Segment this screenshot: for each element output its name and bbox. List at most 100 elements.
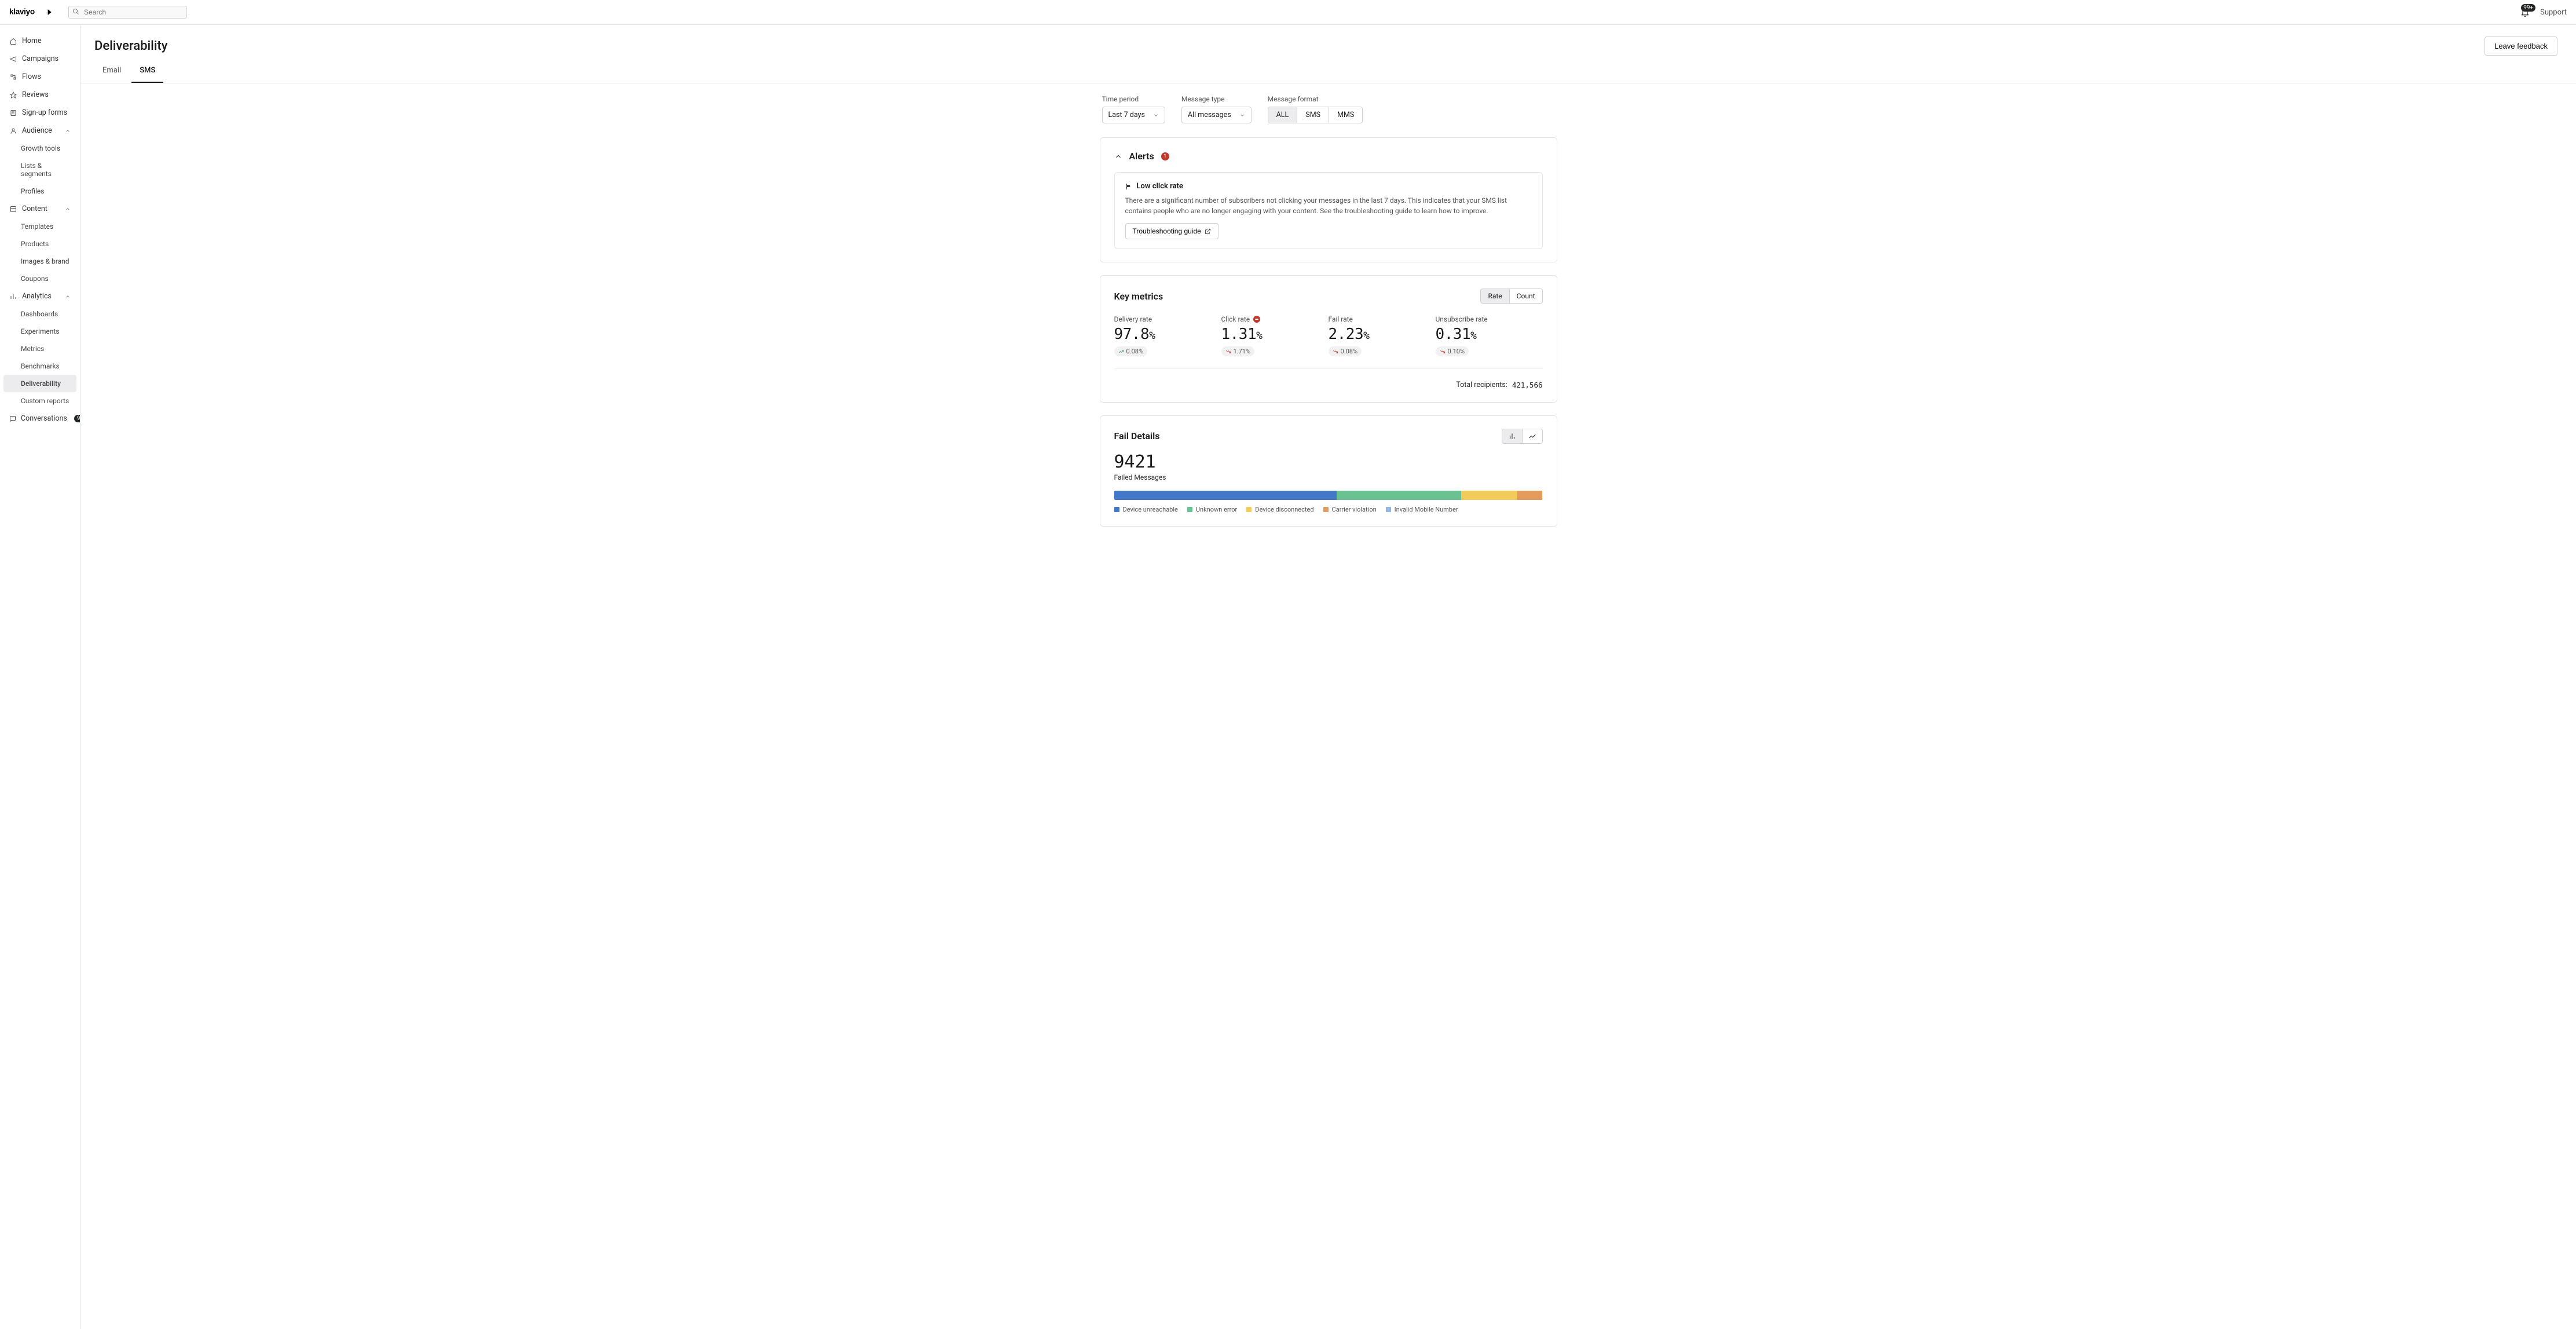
sidebar-item-campaigns[interactable]: Campaigns [3,50,76,68]
megaphone-icon [9,56,17,63]
legend-label: Device unreachable [1123,506,1178,513]
metric-fail-rate: Fail rate 2.23% 0.08% [1329,315,1436,357]
format-all-button[interactable]: ALL [1268,107,1298,123]
chat-icon [9,415,16,422]
sidebar-item-label: Sign-up forms [22,108,67,117]
filters-row: Time period Last 7 days Message type All… [1100,95,1557,123]
delta-badge: 1.71% [1221,346,1255,356]
message-format-filter: Message format ALL SMS MMS [1268,95,1363,123]
search-icon [72,8,79,15]
tab-email[interactable]: Email [94,60,129,83]
rate-count-toggle: Rate Count [1480,289,1542,304]
fail-segment [1337,491,1461,500]
sidebar-item-reviews[interactable]: Reviews [3,86,76,104]
legend-label: Invalid Mobile Number [1395,506,1458,513]
sidebar-item-flows[interactable]: Flows [3,68,76,86]
tab-sms[interactable]: SMS [131,60,163,83]
leave-feedback-button[interactable]: Leave feedback [2484,36,2557,56]
collapse-icon[interactable] [1114,152,1122,160]
star-icon [9,92,17,98]
sidebar-item-dashboards[interactable]: Dashboards [3,305,76,323]
legend-item: Unknown error [1187,506,1237,513]
count-toggle-button[interactable]: Count [1510,289,1542,303]
sidebar-item-benchmarks[interactable]: Benchmarks [3,357,76,375]
legend-swatch [1246,507,1252,512]
topbar: klaviyo 99+ Support [0,0,2576,25]
alert-description: There are a significant number of subscr… [1125,195,1532,216]
alert-item: Low click rate There are a significant n… [1114,172,1543,249]
total-recipients-value: 421,566 [1512,381,1543,389]
legend-item: Invalid Mobile Number [1386,506,1458,513]
legend-swatch [1114,507,1119,512]
rate-toggle-button[interactable]: Rate [1481,289,1509,303]
flag-icon [1125,183,1132,190]
message-format-label: Message format [1268,95,1363,103]
sidebar-item-label: Analytics [22,292,52,301]
metric-click-rate: Click rate 1.31% 1.71% [1221,315,1329,357]
legend-label: Carrier violation [1332,506,1377,513]
sidebar-item-deliverability[interactable]: Deliverability [3,375,76,392]
users-icon [9,127,17,134]
support-link[interactable]: Support [2540,8,2567,17]
sidebar-item-coupons[interactable]: Coupons [3,270,76,287]
legend-swatch [1323,507,1329,512]
notifications-button[interactable]: 99+ [2520,8,2530,17]
time-period-label: Time period [1102,95,1165,103]
total-recipients-label: Total recipients: [1456,381,1507,389]
sidebar-item-analytics[interactable]: Analytics [3,287,76,305]
metric-delivery-rate: Delivery rate 97.8% 0.08% [1114,315,1221,357]
search-input[interactable] [68,6,187,19]
warning-flag-icon [1253,316,1260,323]
sidebar-item-lists[interactable]: Lists & segments [3,157,76,182]
line-chart-toggle[interactable] [1523,429,1542,443]
chevron-down-icon [1153,112,1159,118]
fail-details-heading: Fail Details [1114,430,1160,441]
form-icon [9,109,17,116]
alert-title-caption: Low click rate [1137,182,1183,191]
page-title: Deliverability [94,39,167,53]
sidebar-item-images[interactable]: Images & brand [3,253,76,270]
legend-item: Device disconnected [1246,506,1313,513]
delta-badge: 0.08% [1329,346,1362,356]
legend-item: Device unreachable [1114,506,1178,513]
sidebar-item-templates[interactable]: Templates [3,218,76,235]
logo: klaviyo [9,6,52,19]
legend-label: Unknown error [1196,506,1237,513]
message-type-dropdown[interactable]: All messages [1181,107,1252,123]
sidebar-item-profiles[interactable]: Profiles [3,182,76,200]
chevron-up-icon [65,128,71,134]
legend-label: Device disconnected [1255,506,1313,513]
troubleshooting-guide-button[interactable]: Troubleshooting guide [1125,223,1219,239]
key-metrics-card: Key metrics Rate Count Delivery rate 97.… [1100,275,1557,403]
format-mms-button[interactable]: MMS [1329,107,1362,123]
chevron-down-icon [1239,112,1245,118]
sidebar-item-signup-forms[interactable]: Sign-up forms [3,104,76,122]
sidebar-item-content[interactable]: Content [3,200,76,218]
sidebar-item-growth-tools[interactable]: Growth tools [3,140,76,157]
sidebar-item-experiments[interactable]: Experiments [3,323,76,340]
sidebar-item-home[interactable]: Home [3,32,76,50]
sidebar-item-label: Conversations [21,414,67,423]
alerts-count-badge: 1 [1161,152,1169,160]
sidebar-item-metrics[interactable]: Metrics [3,340,76,357]
sidebar-item-label: Home [22,36,42,45]
chart-type-toggle [1502,429,1543,444]
search-container [68,6,187,19]
legend-item: Carrier violation [1323,506,1377,513]
sidebar-item-custom-reports[interactable]: Custom reports [3,392,76,410]
sidebar-item-conversations[interactable]: Conversations 99+ [3,410,76,428]
message-type-label: Message type [1181,95,1252,103]
sidebar-item-audience[interactable]: Audience [3,122,76,140]
main-content: Deliverability Leave feedback Email SMS … [80,25,2576,1329]
sidebar-item-label: Campaigns [22,54,58,63]
notifications-badge: 99+ [2521,4,2535,12]
svg-text:klaviyo: klaviyo [9,8,35,16]
fail-stacked-bar [1114,491,1543,500]
failed-messages-count: 9421 [1114,452,1543,472]
sidebar-item-products[interactable]: Products [3,235,76,253]
time-period-dropdown[interactable]: Last 7 days [1102,107,1165,123]
bar-chart-toggle[interactable] [1502,429,1523,443]
format-sms-button[interactable]: SMS [1297,107,1329,123]
sidebar-item-label: Reviews [22,90,49,99]
sidebar-item-label: Content [22,205,47,213]
